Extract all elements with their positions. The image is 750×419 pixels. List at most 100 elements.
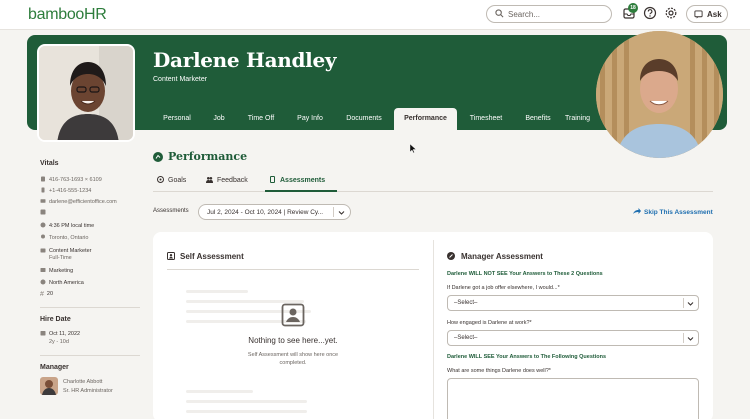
employee-photo (37, 44, 135, 142)
sidebar-department: Marketing (40, 267, 73, 274)
will-not-see-heading: Darlene WILL NOT SEE Your Answers to The… (447, 271, 603, 277)
clipboard-icon (270, 176, 275, 183)
manager-assessment-icon (447, 252, 455, 260)
card-divider (433, 240, 434, 419)
does-well-textarea[interactable] (447, 378, 699, 419)
tab-pay-info[interactable]: Pay Info (289, 108, 331, 130)
search-input[interactable]: Search... (486, 5, 612, 23)
sidebar-local-time: 4:36 PM local time (40, 222, 94, 229)
gear-icon[interactable] (664, 6, 678, 20)
engagement-select[interactable]: –Select– (447, 330, 699, 346)
employee-photo-image (39, 46, 133, 140)
sidebar-mobile-phone[interactable]: +1-416-555-1234 (40, 187, 91, 194)
presenter-video (596, 31, 723, 158)
manager-name[interactable]: Charlotte Abbott (63, 379, 102, 385)
sidebar-linkedin[interactable] (40, 209, 49, 216)
tab-job[interactable]: Job (203, 108, 235, 130)
job-offer-select[interactable]: –Select– (447, 295, 699, 311)
sidebar-employee-number: #20 (40, 291, 54, 298)
select-separator (683, 333, 684, 343)
ask-label: Ask (707, 10, 722, 19)
manager-heading: Manager (40, 364, 69, 371)
vitals-heading: Vitals (40, 160, 59, 167)
skip-forward-icon (633, 208, 641, 214)
tab-performance[interactable]: Performance (394, 108, 457, 130)
briefcase-icon (40, 248, 46, 253)
self-assessment-title: Self Assessment (180, 252, 244, 261)
target-icon (157, 176, 164, 183)
video-call-overlay (596, 31, 723, 158)
hash-icon: # (40, 291, 44, 298)
assessment-select-value: Jul 2, 2024 - Oct 10, 2024 | Review Cy..… (207, 209, 324, 216)
performance-subtabs: Goals Feedback Assessments (153, 172, 713, 192)
clock-icon (40, 222, 46, 228)
help-icon[interactable] (643, 6, 657, 20)
employee-name: Darlene Handley (153, 48, 337, 72)
bamboohr-logo[interactable]: bambooHR (28, 6, 107, 24)
people-icon (206, 177, 213, 183)
sidebar-region: North America (40, 279, 84, 286)
sidebar-divider (40, 307, 140, 308)
empty-state-title: Nothing to see here...yet. (248, 336, 338, 345)
placeholder-line (186, 290, 248, 293)
mobile-icon (41, 187, 45, 193)
employee-job-title: Content Marketer (153, 76, 208, 83)
performance-title: Performance (168, 150, 248, 163)
performance-icon (153, 152, 163, 162)
tab-documents[interactable]: Documents (337, 108, 391, 130)
chevron-down-icon (687, 337, 694, 341)
tab-benefits[interactable]: Benefits (515, 108, 561, 130)
sidebar-location: Toronto, Ontario (40, 234, 88, 241)
tab-time-off[interactable]: Time Off (239, 108, 283, 130)
calendar-icon (40, 331, 46, 336)
subtab-assessments[interactable]: Assessments (265, 172, 337, 192)
empty-state-icon (281, 303, 305, 327)
skip-assessment-link[interactable]: Skip This Assessment (633, 208, 713, 216)
select-separator (683, 298, 684, 308)
hire-duration: 2y - 10d (49, 339, 69, 345)
manager-avatar[interactable] (40, 377, 58, 395)
question-engagement-label: How engaged is Darlene at work?* (447, 320, 532, 326)
sidebar-email[interactable]: darlene@efficientoffice.com (40, 198, 117, 205)
mouse-cursor-icon (410, 144, 416, 153)
empty-state-subtitle: Self Assessment will show here once compl… (247, 352, 339, 366)
chevron-down-icon (338, 211, 345, 215)
question-does-well-label: What are some things Darlene does well?* (447, 368, 551, 374)
manager-assessment-title: Manager Assessment (461, 252, 543, 261)
manager-title: Sr. HR Administrator (63, 388, 113, 394)
will-see-heading: Darlene WILL SEE Your Answers to The Fol… (447, 354, 607, 360)
assessment-select[interactable]: Jul 2, 2024 - Oct 10, 2024 | Review Cy..… (198, 204, 351, 220)
sidebar-employment-type: Full-Time (49, 255, 72, 261)
placeholder-line (186, 400, 307, 403)
engagement-select-value: –Select– (454, 335, 478, 341)
sidebar-work-phone[interactable]: 416-763-1693 × 6109 (40, 176, 102, 183)
assessments-label: Assessments (153, 208, 189, 214)
self-assessment-divider (167, 269, 419, 270)
sidebar-divider (40, 355, 140, 356)
email-icon (40, 199, 46, 203)
placeholder-line (186, 390, 253, 393)
globe-icon (40, 279, 46, 285)
self-assessment-icon (167, 252, 175, 260)
sidebar-job-title: Content Marketer (40, 247, 92, 254)
placeholder-line (186, 410, 307, 413)
chat-icon (694, 10, 703, 19)
hire-date: Oct 11, 2022 (40, 330, 80, 337)
top-bar: bambooHR Search... 18 Ask (0, 0, 750, 30)
question-job-offer-label: If Darlene got a job offer elsewhere, I … (447, 285, 560, 291)
location-icon (41, 234, 45, 239)
search-placeholder: Search... (508, 10, 541, 19)
chevron-down-icon (687, 302, 694, 306)
search-icon (495, 9, 504, 18)
ask-button[interactable]: Ask (686, 5, 728, 23)
subtab-feedback[interactable]: Feedback (206, 172, 248, 192)
job-offer-select-value: –Select– (454, 300, 478, 306)
select-separator (333, 207, 334, 217)
department-icon (40, 268, 46, 272)
notifications-badge: 18 (628, 3, 638, 13)
tab-timesheet[interactable]: Timesheet (461, 108, 511, 130)
subtab-goals[interactable]: Goals (157, 172, 186, 192)
hire-date-heading: Hire Date (40, 316, 71, 323)
linkedin-icon (40, 209, 46, 215)
tab-personal[interactable]: Personal (153, 108, 201, 130)
